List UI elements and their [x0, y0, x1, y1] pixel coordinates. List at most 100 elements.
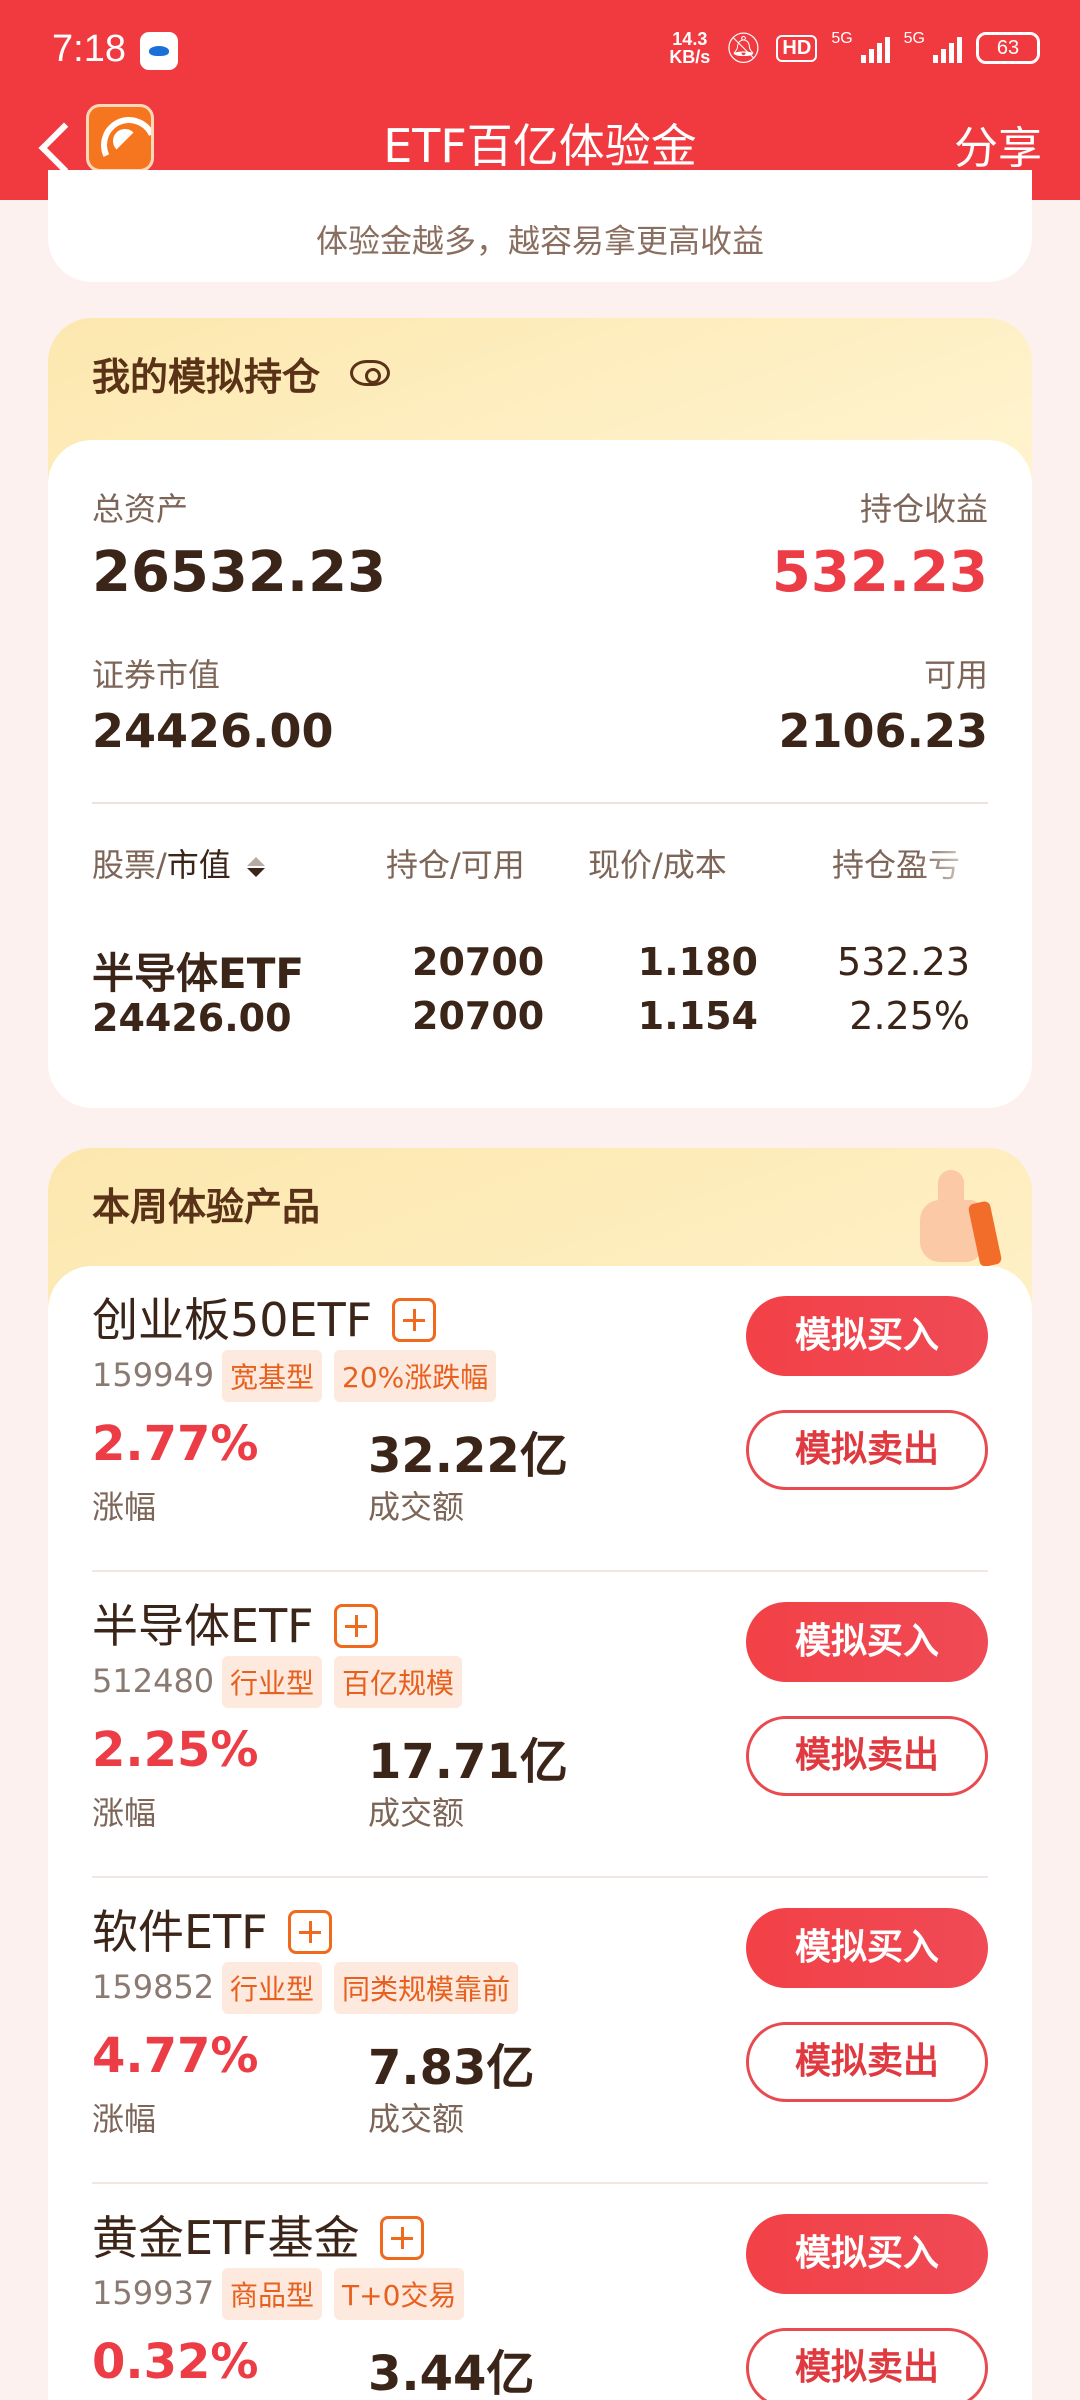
- product-volume: 17.71亿: [368, 1734, 568, 1790]
- info-card: 体验金越多，越容易拿更高收益: [48, 170, 1032, 282]
- product-volume-label: 成交额: [368, 1794, 465, 1832]
- product-tags: 商品型 T+0交易: [222, 2268, 465, 2320]
- simulated-buy-button[interactable]: 模拟买入: [746, 1908, 988, 1988]
- product-name: 黄金ETF基金: [92, 2211, 360, 2265]
- available-label: 可用: [923, 656, 988, 694]
- product-name-row: 软件ETF: [92, 1896, 332, 1962]
- products-card: 本周体验产品 创业板50ETF 159949 宽基型 20%涨跌幅 2.77% 涨…: [48, 1148, 1032, 2400]
- product-name-row: 创业板50ETF: [92, 1284, 437, 1350]
- hd-icon: HD: [776, 34, 818, 62]
- status-bar: 7:18 14.3 KB/s 🔕︎ HD 5G 5G 63: [0, 0, 1080, 100]
- position-pl-pct: 2.25%: [849, 994, 970, 1038]
- status-icons: 14.3 KB/s 🔕︎ HD 5G 5G 63: [669, 30, 1040, 66]
- column-stock-label: 股票/: [92, 846, 167, 884]
- product-name: 半导体ETF: [92, 1599, 314, 1653]
- product-tag: 同类规模靠前: [334, 1962, 519, 2014]
- product-name-row: 黄金ETF基金: [92, 2202, 424, 2268]
- page-title: ETF百亿体验金: [383, 119, 697, 173]
- position-holding: 20700: [412, 940, 545, 984]
- product-item: 创业板50ETF 159949 宽基型 20%涨跌幅 2.77% 涨幅 32.22…: [48, 1266, 1032, 1572]
- divider: [92, 802, 988, 804]
- product-change: 2.25%: [92, 1722, 259, 1778]
- column-header-stock[interactable]: 股票/市值: [92, 840, 265, 886]
- market-value: 24426.00: [92, 704, 334, 758]
- product-change-label: 涨幅: [92, 1794, 157, 1832]
- product-volume: 32.22亿: [368, 1428, 568, 1484]
- total-assets-value: 26532.23: [92, 540, 387, 605]
- total-assets-label: 总资产: [92, 490, 189, 528]
- simulated-sell-button[interactable]: 模拟卖出: [746, 1410, 988, 1490]
- product-code: 159852: [92, 1968, 215, 2006]
- product-tag: 行业型: [222, 1656, 323, 1708]
- simulated-sell-button[interactable]: 模拟卖出: [746, 1716, 988, 1796]
- product-item: 半导体ETF 512480 行业型 百亿规模 2.25% 涨幅 17.71亿 成交…: [48, 1572, 1032, 1878]
- product-name-row: 半导体ETF: [92, 1590, 378, 1656]
- simulated-sell-button[interactable]: 模拟卖出: [746, 2328, 988, 2400]
- product-change-label: 涨幅: [92, 1488, 157, 1526]
- product-tags: 宽基型 20%涨跌幅: [222, 1350, 497, 1402]
- eye-icon[interactable]: [350, 360, 390, 386]
- positions-panel: 总资产 26532.23 持仓收益 532.23 证券市值 24426.00 可…: [48, 440, 1032, 1108]
- product-code: 512480: [92, 1662, 215, 1700]
- mute-bell-icon: 🔕︎: [724, 31, 763, 65]
- position-price: 1.180: [637, 940, 758, 984]
- column-header-price: 现价/成本: [588, 846, 727, 884]
- product-tag: 20%涨跌幅: [334, 1350, 497, 1402]
- signal-icon-2: [933, 33, 962, 63]
- product-change: 0.32%: [92, 2334, 259, 2390]
- add-watchlist-icon[interactable]: [379, 2215, 424, 2260]
- app-notification-icon: [140, 32, 178, 70]
- profit-label: 持仓收益: [859, 490, 988, 528]
- battery-icon: 63: [976, 32, 1040, 64]
- product-change: 2.77%: [92, 1416, 259, 1472]
- simulated-sell-button[interactable]: 模拟卖出: [746, 2022, 988, 2102]
- product-name: 创业板50ETF: [92, 1293, 373, 1347]
- products-title: 本周体验产品: [92, 1176, 321, 1235]
- positions-title: 我的模拟持仓: [92, 346, 321, 405]
- signal-icon: [860, 33, 890, 63]
- product-tag: 百亿规模: [334, 1656, 463, 1708]
- info-tip: 体验金越多，越容易拿更高收益: [315, 222, 764, 260]
- product-tags: 行业型 百亿规模: [222, 1656, 463, 1708]
- position-market-value: 24426.00: [92, 996, 292, 1040]
- product-volume-label: 成交额: [368, 1488, 465, 1526]
- product-tag: 行业型: [222, 1962, 323, 2014]
- net-speed-value: 14.3: [672, 29, 708, 49]
- product-tag: 商品型: [222, 2268, 323, 2320]
- positions-card: 我的模拟持仓 总资产 26532.23 持仓收益 532.23 证券市值 244…: [48, 318, 1032, 1108]
- column-header-holding: 持仓/可用: [386, 846, 525, 884]
- product-volume: 7.83亿: [368, 2040, 535, 2096]
- products-list: 创业板50ETF 159949 宽基型 20%涨跌幅 2.77% 涨幅 32.22…: [48, 1266, 1032, 2400]
- market-value-label: 证券市值: [92, 656, 221, 694]
- add-watchlist-icon[interactable]: [392, 1297, 437, 1342]
- add-watchlist-icon[interactable]: [333, 1603, 378, 1648]
- column-header-pl: 持仓盈亏: [832, 846, 961, 884]
- product-volume: 3.44亿: [368, 2346, 535, 2400]
- product-code: 159937: [92, 2274, 215, 2312]
- net-speed: 14.3 KB/s: [669, 30, 710, 66]
- simulated-buy-button[interactable]: 模拟买入: [746, 1296, 988, 1376]
- add-watchlist-icon[interactable]: [287, 1909, 332, 1954]
- network-5g-label-2: 5G: [903, 30, 925, 47]
- position-name: 半导体ETF: [92, 949, 305, 998]
- product-tags: 行业型 同类规模靠前: [222, 1962, 519, 2014]
- thumbs-up-icon: [920, 1170, 1003, 1268]
- status-time: 7:18: [52, 28, 126, 70]
- position-cost: 1.154: [637, 994, 758, 1038]
- product-name: 软件ETF: [92, 1905, 268, 1959]
- available-value: 2106.23: [778, 704, 988, 758]
- product-item: 黄金ETF基金 159937 商品型T+0交易 0.32% 涨幅 3.44亿 成…: [48, 2184, 1032, 2400]
- product-tag: 宽基型: [222, 1350, 323, 1402]
- network-5g-label: 5G: [831, 30, 853, 47]
- column-market-label: 市值: [166, 846, 231, 884]
- simulated-buy-button[interactable]: 模拟买入: [746, 2214, 988, 2294]
- sort-icon: [239, 857, 265, 877]
- net-speed-unit: KB/s: [669, 47, 711, 67]
- product-tag: T+0交易: [334, 2268, 465, 2320]
- product-change: 4.77%: [92, 2028, 259, 2084]
- position-available: 20700: [412, 994, 545, 1038]
- simulated-buy-button[interactable]: 模拟买入: [746, 1602, 988, 1682]
- share-button[interactable]: 分享: [954, 112, 1042, 176]
- profit-value: 532.23: [771, 540, 988, 605]
- product-item: 软件ETF 159852 行业型 同类规模靠前 4.77% 涨幅 7.83亿 成交…: [48, 1878, 1032, 2184]
